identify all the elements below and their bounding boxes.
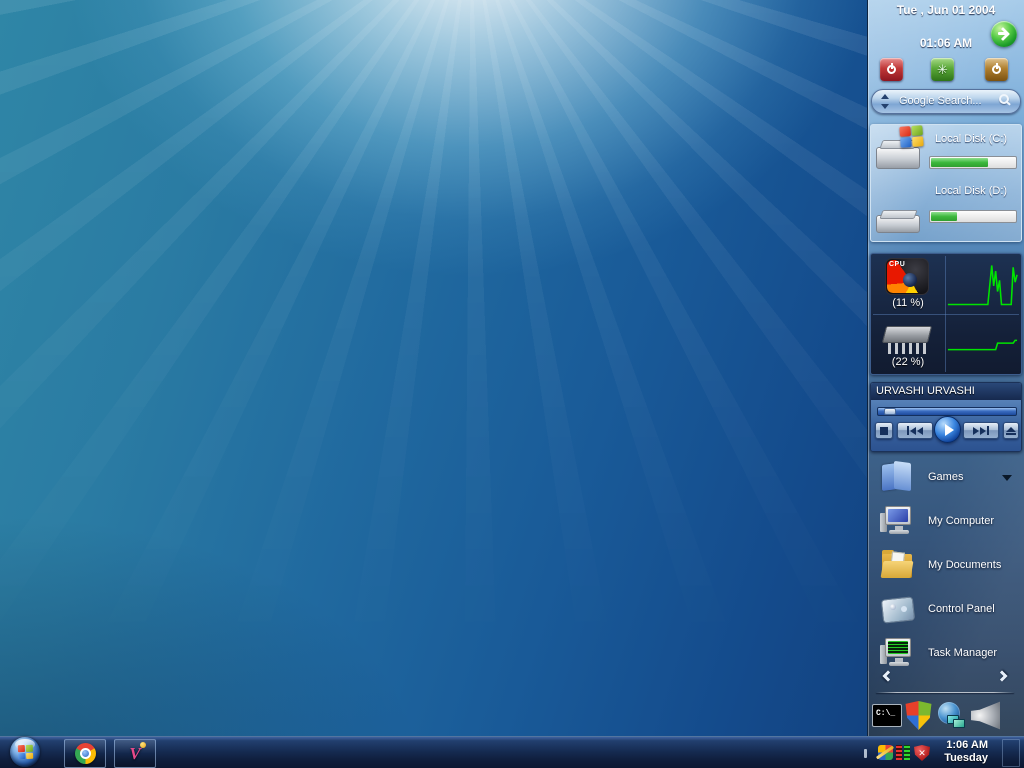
taskbar-clock[interactable]: 1:06 AM Tuesday	[926, 739, 988, 765]
shortcut-games[interactable]: Games	[868, 455, 1024, 499]
shortcut-label: My Computer	[928, 515, 995, 527]
stop-button[interactable]	[875, 422, 893, 439]
tray-time: 1:06 AM	[946, 739, 988, 751]
hard-drive-d-icon	[875, 203, 923, 235]
media-player-widget: URVASHI URVASHI	[870, 382, 1022, 452]
start-button[interactable]	[10, 737, 40, 767]
seek-bar[interactable]	[877, 407, 1017, 416]
shortcut-pager	[868, 668, 1024, 688]
next-page-arrow[interactable]	[996, 670, 1008, 682]
eject-button[interactable]	[1003, 422, 1019, 439]
taskbar: V ✕ 1:06 AM Tuesday	[0, 736, 1024, 768]
v-utility-icon: V	[129, 742, 147, 763]
games-folder-icon	[880, 462, 916, 492]
restart-button[interactable]: ✳	[931, 58, 954, 81]
shortcut-label: Games	[928, 471, 964, 483]
meter-tray-icon[interactable]	[896, 745, 911, 760]
shortcut-control-panel[interactable]: Control Panel	[868, 587, 1024, 631]
shortcut-my-computer[interactable]: My Computer	[868, 499, 1024, 543]
seek-thumb[interactable]	[883, 408, 896, 415]
show-desktop-area[interactable]	[1002, 739, 1020, 767]
command-prompt-text: C:\_	[876, 709, 896, 718]
disk-c-usage-fill	[931, 158, 988, 167]
spinner-down-icon[interactable]	[881, 104, 889, 109]
windows-logo-icon	[899, 125, 924, 148]
tray-grip[interactable]	[864, 749, 867, 758]
play-icon	[944, 423, 954, 436]
security-shield-icon[interactable]	[905, 701, 932, 730]
time-text: 01:06 AM	[919, 36, 973, 50]
quicklaunch-chrome[interactable]	[64, 739, 106, 768]
search-icon-handle	[1005, 100, 1011, 106]
network-icon[interactable]	[938, 702, 966, 730]
arrow-right-icon	[998, 32, 1007, 35]
volume-icon[interactable]	[971, 701, 1000, 730]
play-button[interactable]	[934, 416, 961, 443]
shutdown-button[interactable]	[880, 58, 903, 81]
hard-drive-c-icon	[875, 125, 924, 171]
cpu-usage-graph	[947, 265, 1018, 306]
sidebar: Tue , Jun 01 2004 01:06 AM ✳ Google Sear…	[868, 0, 1024, 737]
cpu-gauge-label: CPU	[889, 261, 906, 268]
disk-d-usage-bar	[929, 210, 1017, 223]
standby-button[interactable]	[985, 58, 1008, 81]
paint-tray-icon[interactable]	[875, 745, 895, 760]
track-title: URVASHI URVASHI	[871, 383, 1021, 400]
shortcut-label: My Documents	[928, 559, 1002, 571]
disk-c-usage-bar	[929, 156, 1017, 169]
spinner-up-icon[interactable]	[881, 94, 889, 99]
ram-usage-graph	[947, 339, 1018, 351]
previous-icon	[917, 426, 923, 435]
command-prompt-icon[interactable]: C:\_	[872, 704, 902, 727]
disk-d-usage-fill	[931, 212, 957, 221]
power-icon	[887, 65, 896, 74]
dropdown-icon[interactable]	[1002, 475, 1012, 481]
stop-icon	[880, 426, 888, 435]
search-placeholder: Google Search...	[899, 95, 982, 107]
screen: Tue , Jun 01 2004 01:06 AM ✳ Google Sear…	[0, 0, 1024, 768]
disk-c-label: Local Disk (C:)	[934, 133, 1008, 145]
task-manager-icon	[880, 638, 916, 668]
shortcut-label: Task Manager	[928, 647, 998, 659]
restart-icon: ✳	[937, 62, 948, 77]
disk-d-label: Local Disk (D:)	[934, 185, 1008, 197]
power-icon	[992, 65, 1001, 74]
shortcut-my-documents[interactable]: My Documents	[868, 543, 1024, 587]
my-documents-icon	[880, 550, 916, 580]
ram-percent-label: (22 %)	[891, 356, 925, 368]
ram-chip-icon	[881, 324, 933, 354]
system-monitor-widget: CPU (11 %) (22 %)	[870, 253, 1022, 375]
eject-icon	[1006, 426, 1016, 435]
control-panel-icon	[880, 594, 916, 624]
search-icon[interactable]	[999, 94, 1011, 106]
next-button[interactable]	[963, 422, 999, 439]
windows-logo-icon	[17, 744, 33, 760]
chrome-icon	[74, 743, 96, 764]
pencil-icon	[875, 745, 895, 760]
my-computer-icon	[880, 506, 916, 536]
quicklaunch-utility[interactable]: V	[114, 739, 156, 768]
grid-line	[873, 314, 1019, 315]
prev-page-arrow[interactable]	[882, 670, 894, 682]
previous-button[interactable]	[897, 422, 933, 439]
sidebar-dock: C:\_	[868, 698, 1024, 735]
cpu-gauge-icon: CPU	[885, 258, 929, 295]
divider	[876, 692, 1014, 693]
tray-day: Tuesday	[944, 752, 988, 764]
shortcut-label: Control Panel	[928, 603, 995, 615]
cpu-percent-label: (11 %)	[892, 297, 924, 309]
disk-usage-widget: Local Disk (C:) Local Disk (D:)	[870, 124, 1022, 242]
google-search-bar[interactable]: Google Search...	[871, 89, 1021, 114]
date-text: Tue , Jun 01 2004	[896, 3, 996, 17]
next-icon	[973, 426, 979, 435]
